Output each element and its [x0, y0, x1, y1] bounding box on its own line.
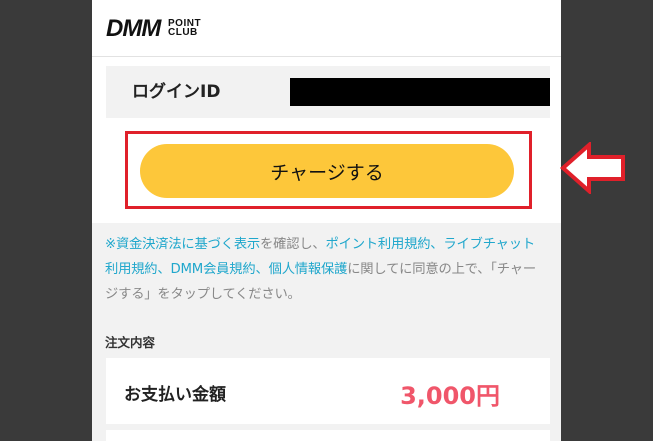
payment-services-act-link[interactable]: 資金決済法に基づく表示 — [116, 237, 260, 252]
left-arrow-icon — [559, 142, 625, 194]
logo-sub-club: CLUB — [168, 27, 198, 38]
privacy-policy-link[interactable]: 個人情報保護 — [269, 262, 348, 277]
login-id-value-redacted — [290, 78, 550, 106]
notice-sep-1: 、 — [430, 237, 444, 252]
login-id-row: ログインID — [106, 66, 550, 118]
payment-amount-row: お支払い金額 3,000円 — [106, 358, 550, 424]
charge-panel: DMM POINT CLUB ログインID チャージする ※資金決済法に基づく表… — [92, 0, 561, 441]
order-section-title: 注文内容 — [105, 335, 156, 350]
payment-amount-value: 3,000円 — [400, 382, 500, 410]
login-id-label: ログインID — [132, 82, 221, 102]
notice-sep-3: 、 — [255, 262, 269, 277]
header: DMM POINT CLUB — [92, 0, 561, 57]
notice-mark: ※ — [105, 237, 116, 252]
dmm-member-terms-link[interactable]: DMM会員規約 — [171, 262, 256, 277]
notice-sep-2: 、 — [157, 262, 171, 277]
charge-button[interactable]: チャージする — [140, 144, 514, 198]
terms-notice: ※資金決済法に基づく表示を確認し、ポイント利用規約、ライブチャット利用規約、DM… — [105, 232, 545, 307]
logo-sub-text: POINT CLUB — [168, 19, 208, 38]
logo-main-text: DMM — [106, 15, 161, 42]
payment-amount-label: お支払い金額 — [124, 385, 226, 405]
next-order-row — [106, 430, 550, 441]
point-terms-link[interactable]: ポイント利用規約 — [326, 237, 431, 252]
notice-text-1: を確認し、 — [260, 237, 326, 252]
